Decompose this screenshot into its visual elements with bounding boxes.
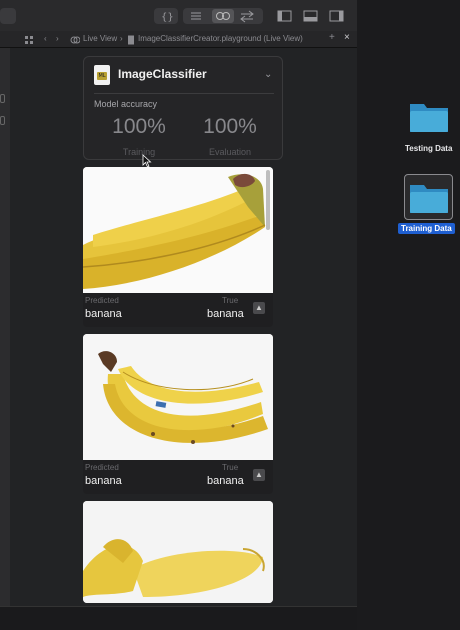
prediction-card	[83, 501, 273, 603]
prediction-card: Predicted banana True banana ▲	[83, 334, 273, 494]
editor-mode-icons	[191, 9, 254, 23]
banana-image	[83, 501, 273, 603]
mlmodel-icon-text: ML	[97, 72, 107, 80]
editor-mode-segmented[interactable]	[183, 8, 263, 24]
file-icon	[128, 35, 134, 45]
folder-icon	[410, 104, 448, 132]
chevron-down-icon[interactable]: ⌄	[264, 69, 272, 80]
scrollbar-thumb[interactable]	[266, 170, 270, 230]
left-gutter	[0, 48, 10, 608]
true-label: True	[222, 296, 239, 305]
panel-title: ImageClassifier	[118, 67, 207, 81]
debug-area-toggle-icon[interactable]	[301, 8, 321, 24]
live-view-icon	[70, 36, 80, 44]
toolbar: {}	[0, 0, 357, 32]
prediction-meta: Predicted banana True banana ▲	[83, 460, 273, 494]
panel-divider	[94, 93, 274, 94]
code-braces-icon: {}	[161, 12, 174, 23]
evaluation-label: Evaluation	[208, 147, 252, 157]
close-icon[interactable]: ×	[344, 32, 350, 43]
folder-testing-data[interactable]	[408, 100, 450, 139]
training-label: Training	[122, 147, 156, 157]
banana-image	[83, 334, 273, 460]
forward-chevron-icon[interactable]: ›	[56, 34, 59, 43]
predicted-value: banana	[85, 308, 122, 320]
mouse-cursor-icon	[142, 154, 152, 168]
jump-bar: ‹ › Live View › ImageClassifierCreator.p…	[0, 31, 357, 48]
evaluation-accuracy-value: 100%	[203, 115, 257, 138]
image-classifier-panel: ML ImageClassifier ⌄ Model accuracy 100%…	[83, 56, 283, 160]
predicted-label: Predicted	[85, 296, 119, 305]
model-accuracy-label: Model accuracy	[94, 99, 158, 109]
folder-icon	[410, 185, 448, 213]
jump-bar-separator: ›	[120, 34, 123, 43]
debug-bar	[0, 606, 357, 630]
svg-text:{}: {}	[161, 12, 174, 23]
version-editor-icon	[240, 10, 254, 23]
inspector-toggle-icon[interactable]	[327, 8, 347, 24]
back-chevron-icon[interactable]: ‹	[44, 34, 47, 43]
folder-label-training[interactable]: Training Data	[398, 223, 455, 234]
jump-bar-file[interactable]: ImageClassifierCreator.playground (Live …	[138, 34, 303, 43]
library-button[interactable]: {}	[154, 8, 178, 24]
gutter-marker[interactable]	[0, 116, 5, 125]
predicted-label: Predicted	[85, 463, 119, 472]
toolbar-left-button[interactable]	[0, 8, 16, 24]
navigator-toggle-icon[interactable]	[275, 8, 295, 24]
grid-icon[interactable]	[24, 35, 34, 45]
screen: {} ‹ › Live View › ImageClassifierCreato…	[0, 0, 460, 630]
add-icon[interactable]: +	[329, 32, 335, 43]
true-value: banana	[207, 475, 244, 487]
true-label: True	[222, 463, 239, 472]
standard-editor-icon	[191, 12, 201, 20]
training-accuracy-value: 100%	[112, 115, 166, 138]
true-value: banana	[207, 308, 244, 320]
jump-bar-live-view[interactable]: Live View	[83, 34, 117, 43]
gutter-marker[interactable]	[0, 94, 5, 103]
prediction-meta: Predicted banana True banana ▲	[83, 293, 273, 327]
predicted-value: banana	[85, 475, 122, 487]
mlmodel-file-icon: ML	[94, 65, 110, 85]
collapse-icon[interactable]: ▲	[253, 302, 265, 314]
prediction-card: Predicted banana True banana ▲	[83, 167, 273, 327]
collapse-icon[interactable]: ▲	[253, 469, 265, 481]
folder-training-data[interactable]	[404, 174, 453, 220]
folder-label-testing[interactable]: Testing Data	[405, 144, 452, 153]
banana-image	[83, 167, 273, 293]
